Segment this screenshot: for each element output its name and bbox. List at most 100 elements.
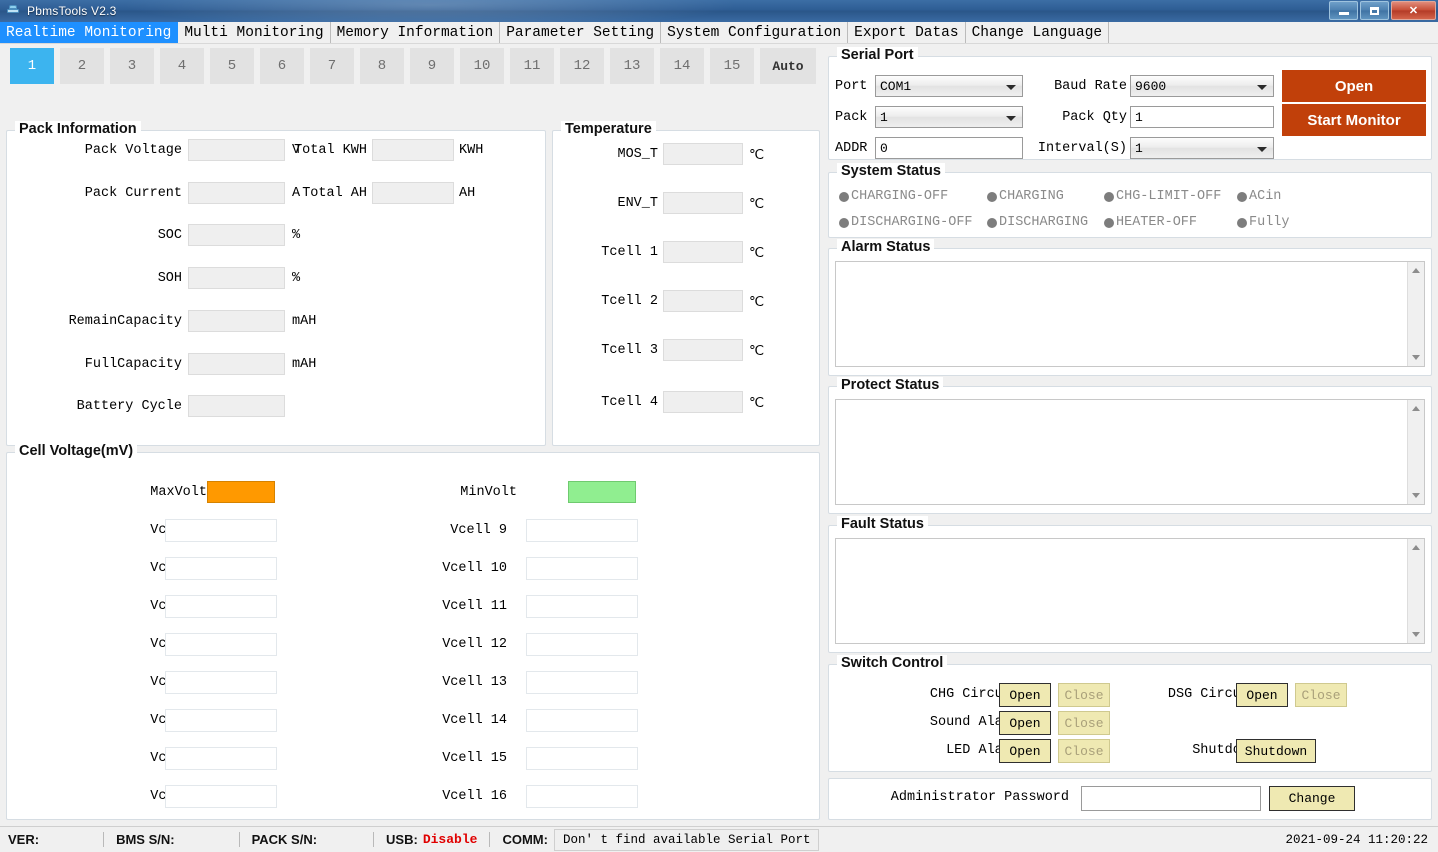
env-t-input[interactable] xyxy=(663,192,743,214)
status-dot-icon xyxy=(987,218,997,228)
tab-memory-information[interactable]: Memory Information xyxy=(331,22,501,43)
tcell-3-input[interactable] xyxy=(663,339,743,361)
pack-button-2[interactable]: 2 xyxy=(60,48,104,84)
chg-circuit-close-button[interactable]: Close xyxy=(1058,683,1110,707)
soh-input[interactable] xyxy=(188,267,285,289)
vcell-15-input[interactable] xyxy=(526,747,638,770)
pack-button-11[interactable]: 11 xyxy=(510,48,554,84)
pack-button-5[interactable]: 5 xyxy=(210,48,254,84)
status-chg-limit-off-label: CHG-LIMIT-OFF xyxy=(1116,189,1221,204)
protect-status-scrollbar[interactable] xyxy=(1407,400,1424,504)
tab-parameter-setting[interactable]: Parameter Setting xyxy=(500,22,661,43)
protect-status-list[interactable] xyxy=(835,399,1425,505)
battery-cycle-input[interactable] xyxy=(188,395,285,417)
pack-sn-label: PACK S/N: xyxy=(252,832,317,847)
tab-realtime-monitoring[interactable]: Realtime Monitoring xyxy=(0,22,178,43)
vcell-6-input[interactable] xyxy=(165,709,277,732)
scroll-up-icon[interactable] xyxy=(1408,539,1424,556)
scroll-down-icon[interactable] xyxy=(1408,626,1424,643)
open-button[interactable]: Open xyxy=(1282,70,1426,102)
pack-button-14[interactable]: 14 xyxy=(660,48,704,84)
soc-input[interactable] xyxy=(188,224,285,246)
tcell-1-input[interactable] xyxy=(663,241,743,263)
restore-button[interactable] xyxy=(1360,1,1389,20)
vcell-10-input[interactable] xyxy=(526,557,638,580)
pack-button-4[interactable]: 4 xyxy=(160,48,204,84)
pack-button-12[interactable]: 12 xyxy=(560,48,604,84)
dsg-circuit-close-button[interactable]: Close xyxy=(1295,683,1347,707)
vcell-5-input[interactable] xyxy=(165,671,277,694)
vcell-7-input[interactable] xyxy=(165,747,277,770)
tcell-2-input[interactable] xyxy=(663,290,743,312)
pack-button-1[interactable]: 1 xyxy=(10,48,54,84)
vcell-14-input[interactable] xyxy=(526,709,638,732)
fault-status-scrollbar[interactable] xyxy=(1407,539,1424,643)
pack-button-6[interactable]: 6 xyxy=(260,48,304,84)
full-capacity-input[interactable] xyxy=(188,353,285,375)
remain-capacity-input[interactable] xyxy=(188,310,285,332)
pack-button-10[interactable]: 10 xyxy=(460,48,504,84)
start-monitor-button[interactable]: Start Monitor xyxy=(1282,104,1426,136)
interval-select[interactable]: 1 xyxy=(1130,137,1274,159)
vcell-13-input[interactable] xyxy=(526,671,638,694)
sound-alarm-open-button[interactable]: Open xyxy=(999,711,1051,735)
port-label: Port xyxy=(835,79,875,94)
vcell-11-input[interactable] xyxy=(526,595,638,618)
pack-qty-label: Pack Qty xyxy=(1029,110,1127,125)
chg-circuit-open-button[interactable]: Open xyxy=(999,683,1051,707)
pack-button-auto[interactable]: Auto xyxy=(760,48,816,84)
alarm-status-scrollbar[interactable] xyxy=(1407,262,1424,366)
close-button[interactable]: ✕ xyxy=(1391,1,1436,20)
vcell-16-input[interactable] xyxy=(526,785,638,808)
vcell-3-input[interactable] xyxy=(165,595,277,618)
pack-button-3[interactable]: 3 xyxy=(110,48,154,84)
pack-information-panel: Pack Information Pack Voltage V Pack Cur… xyxy=(6,130,546,446)
total-ah-label: Total AH xyxy=(237,186,367,201)
change-password-button[interactable]: Change xyxy=(1269,786,1355,811)
port-select[interactable]: COM1 xyxy=(875,75,1023,97)
admin-password-input[interactable] xyxy=(1081,786,1261,811)
serial-port-panel: Serial Port Port COM1 Baud Rate 9600 Pac… xyxy=(828,56,1432,160)
dsg-circuit-open-button[interactable]: Open xyxy=(1236,683,1288,707)
scroll-up-icon[interactable] xyxy=(1408,400,1424,417)
sound-alarm-close-button[interactable]: Close xyxy=(1058,711,1110,735)
vcell-8-input[interactable] xyxy=(165,785,277,808)
vcell-12-input[interactable] xyxy=(526,633,638,656)
tab-change-language[interactable]: Change Language xyxy=(966,22,1110,43)
scroll-down-icon[interactable] xyxy=(1408,349,1424,366)
vcell-1-input[interactable] xyxy=(165,519,277,542)
led-alarm-close-button[interactable]: Close xyxy=(1058,739,1110,763)
baud-rate-select[interactable]: 9600 xyxy=(1130,75,1274,97)
tab-export-datas[interactable]: Export Datas xyxy=(848,22,965,43)
minimize-button[interactable] xyxy=(1329,1,1358,20)
mos-t-input[interactable] xyxy=(663,143,743,165)
vcell-9-input[interactable] xyxy=(526,519,638,542)
system-status-panel: System Status CHARGING-OFF CHARGING CHG-… xyxy=(828,172,1432,238)
pack-button-15[interactable]: 15 xyxy=(710,48,754,84)
alarm-status-list[interactable] xyxy=(835,261,1425,367)
pack-button-7[interactable]: 7 xyxy=(310,48,354,84)
vcell-4-input[interactable] xyxy=(165,633,277,656)
pack-qty-input[interactable] xyxy=(1130,106,1274,128)
scroll-down-icon[interactable] xyxy=(1408,487,1424,504)
protect-status-legend: Protect Status xyxy=(837,377,943,393)
fault-status-list[interactable] xyxy=(835,538,1425,644)
led-alarm-open-button[interactable]: Open xyxy=(999,739,1051,763)
tcell-4-input[interactable] xyxy=(663,391,743,413)
battery-cycle-label: Battery Cycle xyxy=(17,399,182,414)
total-ah-input[interactable] xyxy=(372,182,454,204)
scroll-up-icon[interactable] xyxy=(1408,262,1424,279)
pack-button-13[interactable]: 13 xyxy=(610,48,654,84)
vcell-2-input[interactable] xyxy=(165,557,277,580)
pack-button-8[interactable]: 8 xyxy=(360,48,404,84)
usb-label: USB: xyxy=(386,832,418,847)
pack-select[interactable]: 1 xyxy=(875,106,1023,128)
tab-multi-monitoring[interactable]: Multi Monitoring xyxy=(178,22,330,43)
addr-input[interactable] xyxy=(875,137,1023,159)
env-t-label: ENV_T xyxy=(558,196,658,211)
total-kwh-input[interactable] xyxy=(372,139,454,161)
tcell-1-label: Tcell 1 xyxy=(558,245,658,260)
tab-system-configuration[interactable]: System Configuration xyxy=(661,22,848,43)
pack-button-9[interactable]: 9 xyxy=(410,48,454,84)
shutdown-button[interactable]: Shutdown xyxy=(1236,739,1316,763)
